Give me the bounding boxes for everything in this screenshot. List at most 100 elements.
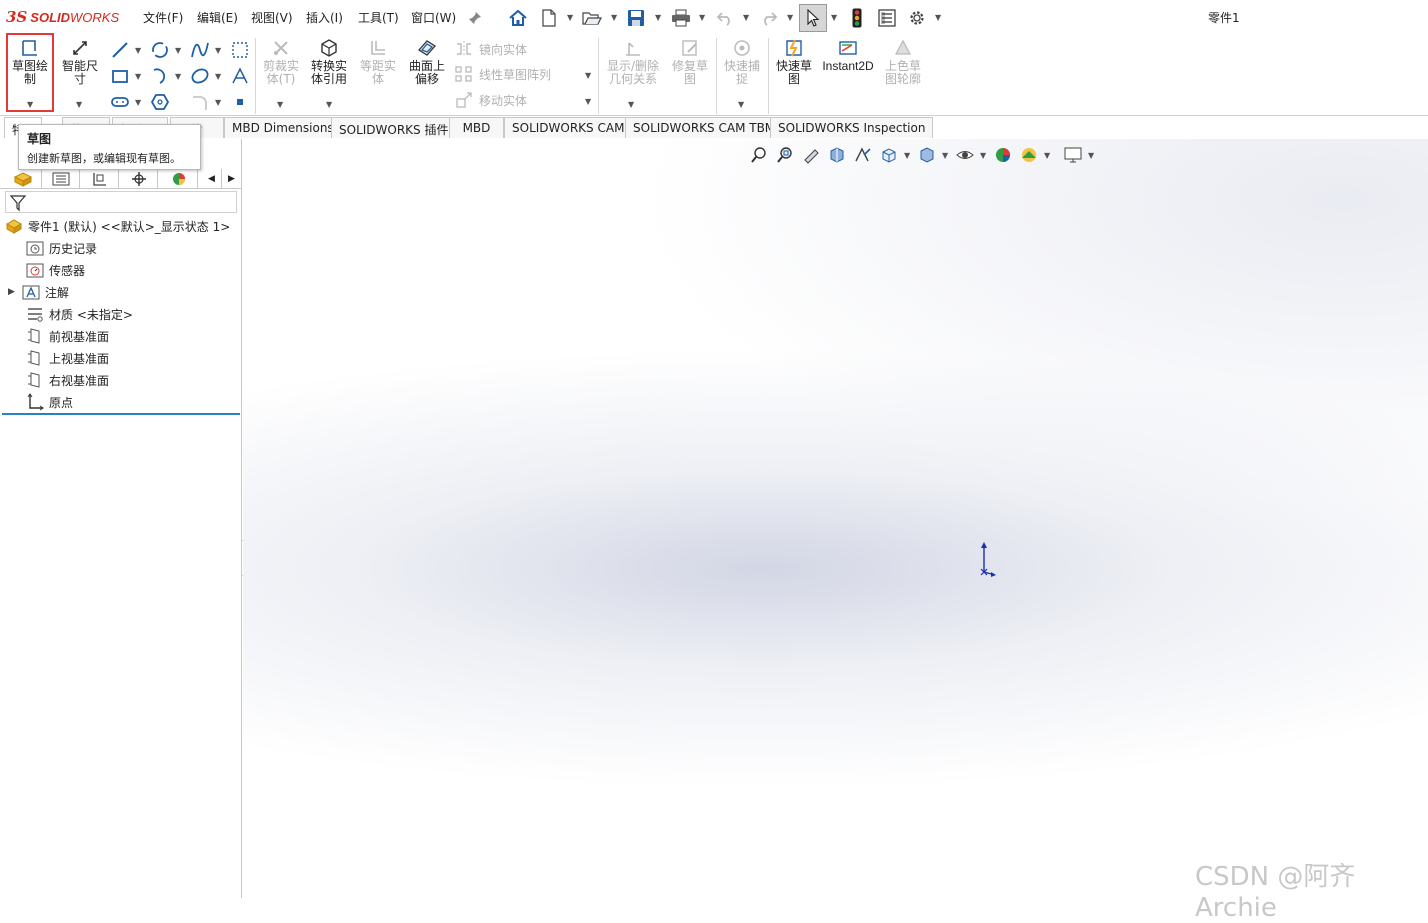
- move-entities-button[interactable]: 移动实体: [455, 91, 527, 109]
- configuration-manager-tab-icon[interactable]: [81, 169, 119, 188]
- pin-icon[interactable]: [464, 7, 486, 29]
- open-folder-icon[interactable]: [581, 7, 603, 29]
- line-icon[interactable]: [110, 40, 130, 60]
- chevron-down-icon[interactable]: ▼: [1088, 151, 1096, 160]
- zoom-to-fit-icon[interactable]: [748, 144, 770, 166]
- construction-geometry-icon[interactable]: [230, 40, 250, 60]
- edit-appearance-icon[interactable]: [992, 144, 1014, 166]
- undo-icon[interactable]: [714, 7, 736, 29]
- menu-edit[interactable]: 编辑(E): [197, 9, 238, 26]
- chevron-down-icon[interactable]: ▼: [831, 13, 837, 22]
- linear-pattern-button[interactable]: 线性草图阵列: [455, 65, 551, 83]
- file-properties-icon[interactable]: [876, 7, 898, 29]
- ellipse-icon[interactable]: [190, 66, 210, 86]
- dynamic-annotation-icon[interactable]: [852, 144, 874, 166]
- hide-show-items-icon[interactable]: [954, 144, 976, 166]
- view-settings-monitor-icon[interactable]: [1062, 144, 1084, 166]
- previous-view-icon[interactable]: [800, 144, 822, 166]
- tab-solidworks-inspection[interactable]: SOLIDWORKS Inspection: [770, 117, 934, 138]
- chevron-down-icon[interactable]: ▼: [942, 151, 950, 160]
- convert-entities-button[interactable]: 转换实体引用: [307, 38, 351, 86]
- fillet-icon[interactable]: [190, 92, 210, 112]
- offset-entities-button[interactable]: 等距实体: [356, 38, 400, 86]
- chevron-down-icon[interactable]: ▼: [743, 13, 749, 22]
- chevron-down-icon[interactable]: ▼: [787, 13, 793, 22]
- spline-icon[interactable]: [190, 40, 210, 60]
- print-icon[interactable]: [670, 7, 692, 29]
- trim-button[interactable]: 剪裁实体(T): [259, 38, 303, 86]
- tree-root-part[interactable]: 零件1 (默认) <<默认>_显示状态 1>: [5, 215, 230, 237]
- mirror-entities-button[interactable]: 镜向实体: [455, 40, 527, 58]
- property-manager-tab-icon[interactable]: [42, 169, 80, 188]
- chevron-right-icon[interactable]: ▶: [8, 287, 22, 297]
- tree-item-material[interactable]: 材质 <未指定>: [26, 303, 133, 325]
- chevron-down-icon[interactable]: ▼: [980, 151, 988, 160]
- tree-item-top-plane[interactable]: 上视基准面: [26, 347, 109, 369]
- tree-item-sensors[interactable]: 传感器: [26, 259, 85, 281]
- tab-solidworks-cam[interactable]: SOLIDWORKS CAM: [504, 117, 633, 138]
- tab-solidworks-cam-tbm[interactable]: SOLIDWORKS CAM TBM: [625, 117, 784, 138]
- circle-icon[interactable]: [150, 40, 170, 60]
- tree-item-history[interactable]: 历史记录: [26, 237, 97, 259]
- chevron-down-icon[interactable]: ▼: [135, 46, 141, 55]
- chevron-down-icon[interactable]: ▼: [611, 13, 617, 22]
- apply-scene-icon[interactable]: [1018, 144, 1040, 166]
- redo-icon[interactable]: [758, 7, 780, 29]
- point-icon[interactable]: [230, 92, 250, 112]
- new-document-icon[interactable]: [538, 7, 560, 29]
- chevron-down-icon[interactable]: ▼: [215, 98, 221, 107]
- display-delete-relations-button[interactable]: 显示/删除几何关系: [603, 38, 663, 86]
- rebuild-traffic-light-icon[interactable]: [846, 7, 868, 29]
- text-icon[interactable]: [230, 66, 250, 86]
- save-icon[interactable]: [625, 7, 647, 29]
- dimxpert-tab-icon[interactable]: [120, 169, 158, 188]
- view-orientation-icon[interactable]: [878, 144, 900, 166]
- display-manager-tab-icon[interactable]: [160, 169, 198, 188]
- tab-mbd-dimensions[interactable]: MBD Dimensions: [224, 117, 342, 138]
- chevron-down-icon[interactable]: ▼: [215, 46, 221, 55]
- options-gear-icon[interactable]: [906, 7, 928, 29]
- tree-item-annotations[interactable]: ▶ 注解: [8, 281, 69, 303]
- instant2d-button[interactable]: Instant2D: [820, 38, 876, 73]
- rollback-bar[interactable]: [2, 413, 240, 415]
- chevron-down-icon[interactable]: ▼: [585, 97, 591, 106]
- chevron-down-icon[interactable]: ▼: [215, 72, 221, 81]
- chevron-down-icon[interactable]: ▼: [567, 13, 573, 22]
- arc-icon[interactable]: [150, 66, 170, 86]
- chevron-down-icon[interactable]: ▼: [326, 100, 332, 109]
- chevron-down-icon[interactable]: ▼: [135, 72, 141, 81]
- chevron-down-icon[interactable]: ▼: [904, 151, 912, 160]
- zoom-to-area-icon[interactable]: [774, 144, 796, 166]
- menu-insert[interactable]: 插入(I): [306, 9, 343, 26]
- solidworks-logo[interactable]: 3S SOLIDWORKS: [6, 6, 119, 28]
- tree-item-origin[interactable]: 原点: [26, 391, 73, 413]
- quick-snaps-button[interactable]: 快速捕捉: [720, 38, 764, 86]
- home-icon[interactable]: [507, 7, 529, 29]
- chevron-down-icon[interactable]: ▼: [628, 100, 634, 109]
- tree-filter[interactable]: [5, 191, 237, 213]
- menu-view[interactable]: 视图(V): [251, 9, 293, 26]
- menu-file[interactable]: 文件(F): [143, 9, 183, 26]
- chevron-down-icon[interactable]: ▼: [175, 72, 181, 81]
- smart-dimension-button[interactable]: 智能尺寸: [58, 38, 102, 86]
- menu-tools[interactable]: 工具(T): [358, 9, 399, 26]
- tab-mbd[interactable]: MBD: [449, 117, 504, 138]
- chevron-down-icon[interactable]: ▼: [277, 100, 283, 109]
- chevron-down-icon[interactable]: ▼: [935, 13, 941, 22]
- tree-item-right-plane[interactable]: 右视基准面: [26, 369, 109, 391]
- chevron-down-icon[interactable]: ▼: [655, 13, 661, 22]
- slot-icon[interactable]: [110, 92, 130, 112]
- chevron-down-icon[interactable]: ▼: [699, 13, 705, 22]
- chevron-right-icon[interactable]: ▶: [222, 169, 242, 188]
- section-view-icon[interactable]: [826, 144, 848, 166]
- select-cursor-icon[interactable]: [799, 4, 827, 32]
- chevron-down-icon[interactable]: ▼: [1044, 151, 1052, 160]
- tree-item-front-plane[interactable]: 前视基准面: [26, 325, 109, 347]
- chevron-down-icon[interactable]: ▼: [738, 100, 744, 109]
- chevron-down-icon[interactable]: ▼: [585, 71, 591, 80]
- chevron-down-icon[interactable]: ▼: [76, 100, 82, 109]
- graphics-area[interactable]: [243, 139, 1428, 898]
- chevron-left-icon[interactable]: ◀: [202, 169, 222, 188]
- chevron-down-icon[interactable]: ▼: [175, 46, 181, 55]
- feature-manager-tab-icon[interactable]: [4, 169, 42, 188]
